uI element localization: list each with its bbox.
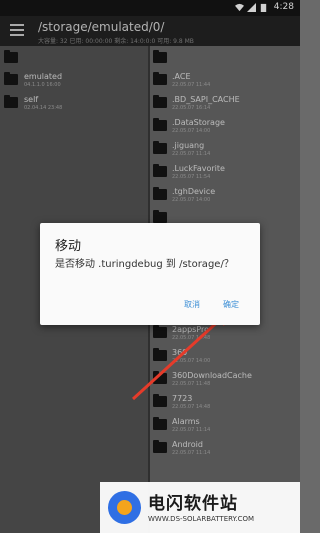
dialog-title: 移动 [55, 239, 82, 254]
dialog-message: 是否移动 .turingdebug 到 /storage/？ [55, 259, 234, 270]
cancel-button[interactable]: 取消 [184, 299, 200, 310]
site-watermark: 电闪软件站 WWW.DS-SOLARBATTERY.COM [100, 482, 300, 533]
move-dialog: 移动 是否移动 .turingdebug 到 /storage/？ 取消 确定 [40, 223, 260, 325]
watermark-title: 电闪软件站 [148, 494, 238, 514]
confirm-button[interactable]: 确定 [223, 299, 239, 310]
site-logo-icon [108, 491, 141, 524]
watermark-url: WWW.DS-SOLARBATTERY.COM [148, 515, 255, 523]
